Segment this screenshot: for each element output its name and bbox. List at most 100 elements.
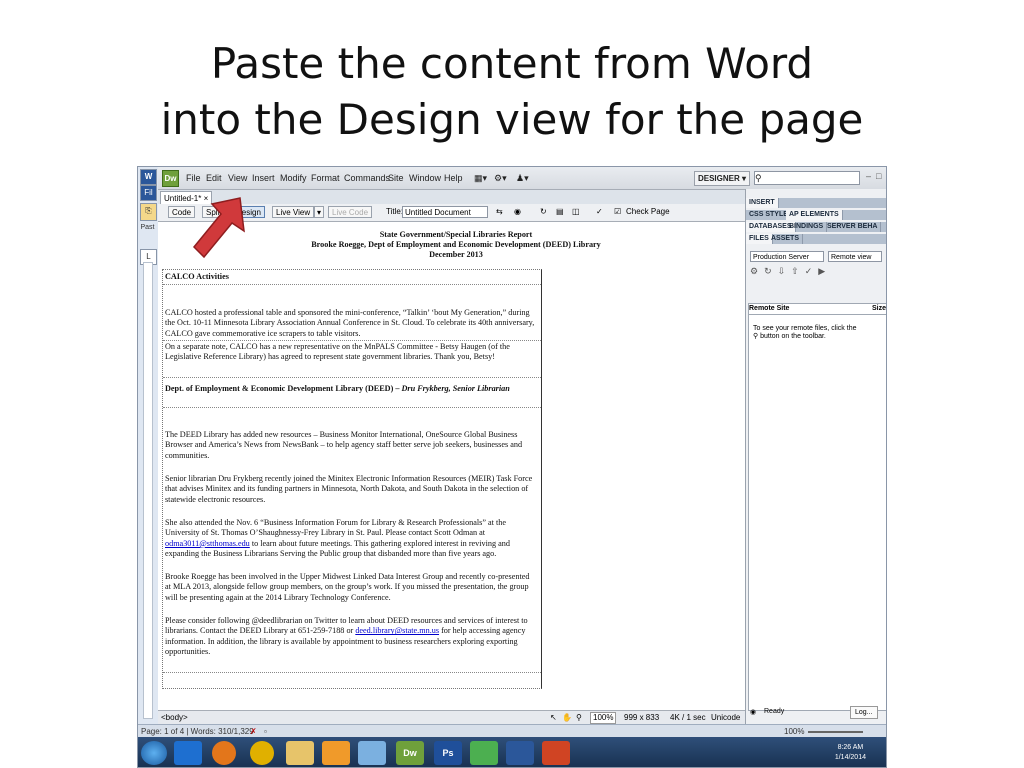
powerpoint-taskbar-icon[interactable] bbox=[542, 741, 570, 765]
tab-ap-elements[interactable]: AP ELEMENTS bbox=[786, 210, 843, 220]
app-icon[interactable] bbox=[358, 741, 386, 765]
zoom-select[interactable]: 100% bbox=[590, 712, 617, 724]
deed-title: Dept. of Employment & Economic Developme… bbox=[165, 384, 537, 394]
layout-icon[interactable]: ▦▾ bbox=[474, 173, 487, 184]
system-clock[interactable]: 8:26 AM 1/14/2014 bbox=[835, 743, 866, 763]
clock-date: 1/14/2014 bbox=[834, 754, 866, 761]
remote-hint: To see your remote files, click the ⚲ bu… bbox=[753, 325, 863, 341]
title-input[interactable]: Untitled Document bbox=[402, 206, 488, 218]
email-link-deed[interactable]: deed.library@state.mn.us bbox=[355, 626, 439, 635]
validate-icon[interactable]: ✓ bbox=[596, 207, 603, 216]
log-button[interactable]: Log... bbox=[850, 706, 878, 719]
deed-paragraph-4: Brooke Roegge has been involved in the U… bbox=[165, 572, 530, 602]
dw-logo: Dw bbox=[162, 170, 179, 187]
visual-aids-icon[interactable]: ◫ bbox=[572, 207, 580, 216]
panel-files-header: FILES ASSETS bbox=[746, 234, 886, 244]
deed-paragraph-3: She also attended the Nov. 6 “Business I… bbox=[165, 518, 537, 560]
server-select[interactable]: Production Server bbox=[750, 251, 824, 262]
preview-icon[interactable]: ◉ bbox=[514, 207, 521, 216]
tab-assets[interactable]: ASSETS bbox=[768, 234, 804, 244]
paste-icon[interactable]: ⎘ bbox=[140, 203, 157, 221]
tag-selector[interactable]: <body> bbox=[161, 711, 188, 724]
word-status-bar: Page: 1 of 4 | Words: 310/1,329 ✗ ▫ 100% bbox=[138, 724, 886, 738]
check-page-button[interactable]: Check Page bbox=[626, 207, 670, 216]
calco-title: CALCO Activities bbox=[165, 272, 229, 281]
menu-format[interactable]: Format bbox=[311, 173, 340, 183]
dreamweaver-taskbar-icon[interactable]: Dw bbox=[396, 741, 424, 765]
paste-label: Past bbox=[140, 224, 155, 231]
firefox-icon[interactable] bbox=[212, 741, 236, 765]
menu-view[interactable]: View bbox=[228, 173, 247, 183]
deed-paragraph-1: The DEED Library has added new resources… bbox=[165, 430, 523, 460]
window-size[interactable]: 999 x 833 bbox=[624, 711, 659, 724]
explorer-icon[interactable] bbox=[286, 741, 314, 765]
cell-divider bbox=[163, 377, 541, 378]
files-toolbar-icons[interactable]: ⚙↻⇩⇧✓▶ bbox=[750, 266, 831, 277]
menu-help[interactable]: Help bbox=[444, 173, 463, 183]
view-options-icon[interactable]: ▤ bbox=[556, 207, 564, 216]
windows-taskbar: Dw Ps 8:26 AM 1/14/2014 bbox=[138, 737, 886, 767]
word-taskbar-icon[interactable] bbox=[506, 741, 534, 765]
tab-bindings[interactable]: BINDINGS bbox=[786, 222, 828, 232]
remote-site-label: Remote Site bbox=[749, 305, 790, 312]
menu-insert[interactable]: Insert bbox=[252, 173, 275, 183]
menu-edit[interactable]: Edit bbox=[206, 173, 222, 183]
deed-paragraph-5: Please consider following @deedlibrarian… bbox=[165, 616, 537, 658]
zoom-tool-icon[interactable]: ⚲ bbox=[576, 711, 582, 724]
minimize-icon[interactable]: – bbox=[866, 171, 871, 181]
chrome-icon[interactable] bbox=[250, 741, 274, 765]
select-tool-icon[interactable]: ↖ bbox=[550, 711, 557, 724]
menu-modify[interactable]: Modify bbox=[280, 173, 307, 183]
live-view-dropdown-icon[interactable]: ▾ bbox=[314, 206, 324, 218]
site-icon[interactable]: ♟▾ bbox=[516, 173, 529, 184]
connect-icon[interactable]: ⚲ bbox=[753, 333, 758, 340]
menu-commands[interactable]: Commands bbox=[344, 173, 390, 183]
start-button[interactable] bbox=[141, 741, 167, 765]
remote-hint-1: To see your remote files, click the bbox=[753, 325, 857, 332]
menu-file[interactable]: File bbox=[186, 173, 201, 183]
panel-footer: ◉ Ready Log... bbox=[746, 704, 886, 722]
zoom-slider[interactable] bbox=[808, 731, 863, 733]
extend-icon[interactable]: ⚙▾ bbox=[494, 173, 507, 184]
design-view[interactable]: State Government/Special Libraries Repor… bbox=[158, 222, 754, 710]
photoshop-taskbar-icon[interactable]: Ps bbox=[434, 741, 462, 765]
view-select[interactable]: Remote view bbox=[828, 251, 882, 262]
live-code-button[interactable]: Live Code bbox=[328, 206, 373, 218]
email-link-odman[interactable]: odma3011@stthomas.edu bbox=[165, 539, 250, 548]
slide-title-line2: into the Design view for the page bbox=[160, 95, 864, 144]
download-size: 4K / 1 sec bbox=[670, 713, 706, 722]
word-icon[interactable]: W bbox=[140, 169, 157, 185]
panel-databases-header: DATABASES BINDINGS SERVER BEHA bbox=[746, 222, 886, 232]
workspace-switcher[interactable]: DESIGNER ▾ bbox=[694, 171, 750, 186]
app2-icon[interactable] bbox=[470, 741, 498, 765]
menu-site[interactable]: Site bbox=[388, 173, 404, 183]
maximize-icon[interactable]: □ bbox=[876, 171, 881, 181]
search-input[interactable]: ⚲ bbox=[754, 171, 860, 185]
size-label: Size bbox=[871, 305, 886, 312]
panel-insert-header[interactable]: INSERT bbox=[746, 198, 886, 208]
clock-time: 8:26 AM bbox=[837, 744, 864, 751]
slide-title: Paste the content from Word into the Des… bbox=[0, 36, 1024, 148]
tab-insert[interactable]: INSERT bbox=[746, 198, 779, 208]
hand-tool-icon[interactable]: ✋ bbox=[562, 711, 572, 724]
live-view-button[interactable]: Live View bbox=[272, 206, 315, 218]
dw-status-bar: <body> ↖ ✋ ⚲ 100% 999 x 833 4K / 1 sec U… bbox=[158, 710, 754, 735]
deed-paragraph-3-start: She also attended the Nov. 6 “Business I… bbox=[165, 518, 506, 538]
cell-divider bbox=[163, 407, 541, 408]
deed-title-text: Dept. of Employment & Economic Developme… bbox=[165, 384, 400, 393]
menu-window[interactable]: Window bbox=[409, 173, 441, 183]
ie-icon[interactable] bbox=[174, 741, 202, 765]
word-left-strip: W Fil ⎘ Past L bbox=[138, 167, 159, 737]
status-icon: ◉ bbox=[750, 709, 757, 716]
remote-files-area[interactable]: To see your remote files, click the ⚲ bu… bbox=[748, 314, 886, 711]
check-page-icon[interactable]: ☑ bbox=[614, 207, 621, 216]
word-file-tab[interactable]: Fil bbox=[140, 185, 157, 201]
file-management-icon[interactable]: ⇆ bbox=[496, 207, 503, 216]
cell-divider bbox=[163, 340, 541, 341]
content-table[interactable]: CALCO Activities CALCO hosted a professi… bbox=[162, 269, 542, 689]
dw-menubar: Dw File Edit View Insert Modify Format C… bbox=[158, 167, 886, 190]
tab-server-behaviors[interactable]: SERVER BEHA bbox=[824, 222, 882, 232]
outlook-icon[interactable] bbox=[322, 741, 350, 765]
remote-hint-2: button on the toolbar. bbox=[760, 333, 826, 340]
refresh-icon[interactable]: ↻ bbox=[540, 207, 547, 216]
